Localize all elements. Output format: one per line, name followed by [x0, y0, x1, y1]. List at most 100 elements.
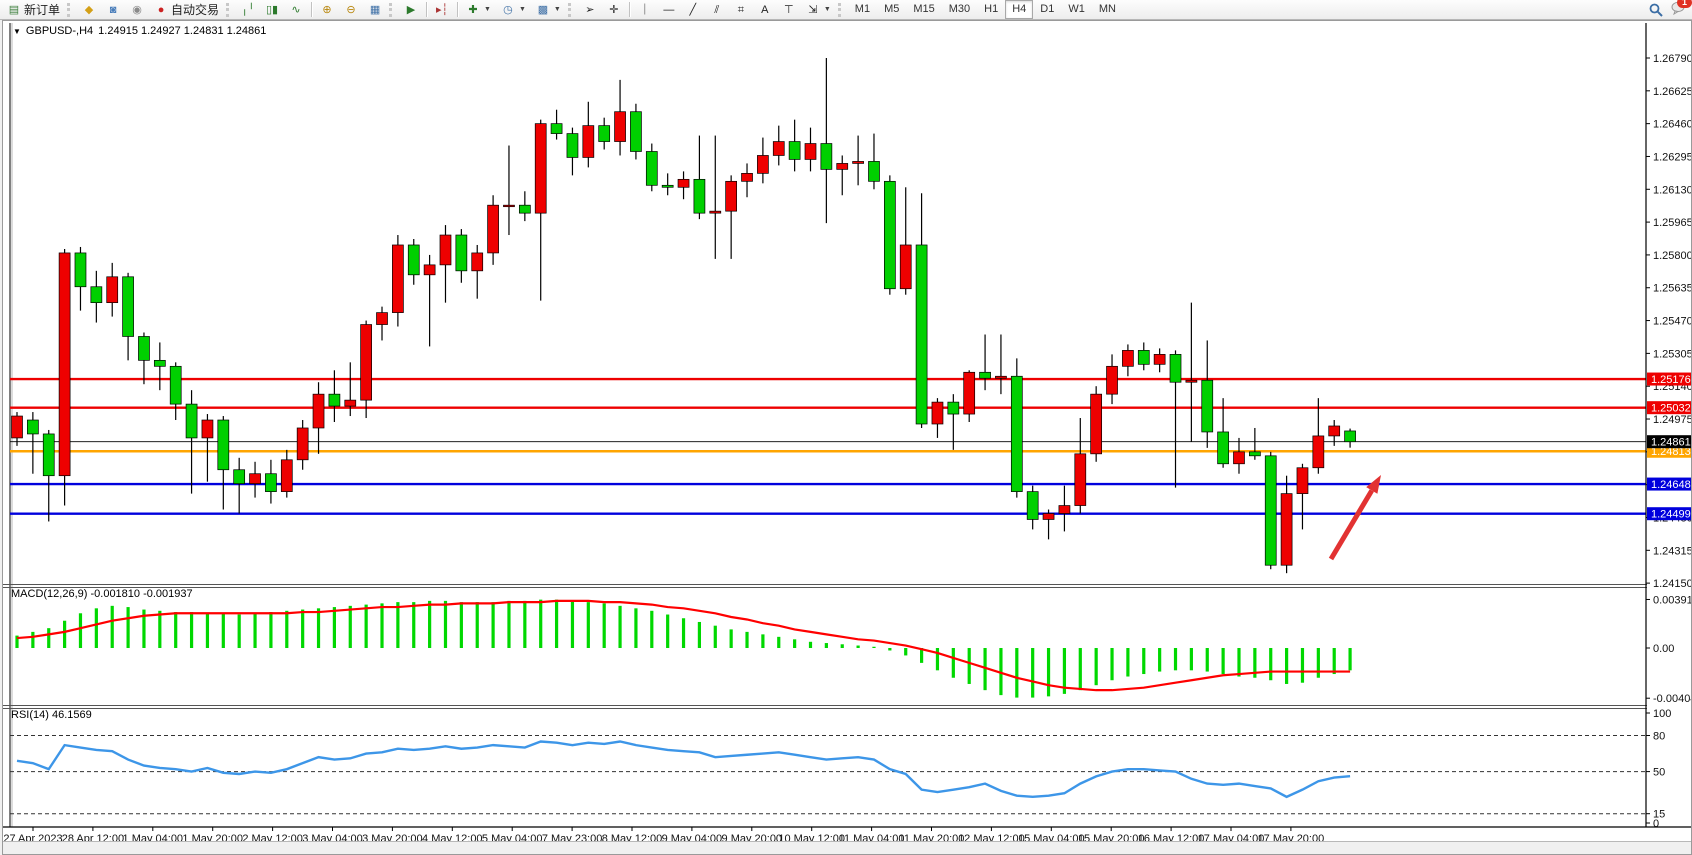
candle-body: [964, 372, 975, 414]
timeframe-button-mn[interactable]: MN: [1092, 0, 1123, 19]
periods-button[interactable]: ◷▼: [496, 0, 531, 20]
text-button[interactable]: A: [753, 0, 777, 20]
trendline-button[interactable]: ╱: [681, 0, 705, 20]
text-label-button[interactable]: ⊤: [777, 0, 801, 20]
candle-body: [551, 124, 562, 134]
fibonacci-button[interactable]: ⌗: [729, 0, 753, 20]
toolbar-drag-handle[interactable]: [226, 3, 234, 17]
candle-body: [630, 112, 641, 152]
toolbar-drag-handle[interactable]: [838, 3, 846, 17]
toolbar-drag-handle[interactable]: [67, 3, 75, 17]
axis-tick-label: 1.26625: [1653, 86, 1691, 98]
auto-scroll-button[interactable]: ▶: [399, 0, 423, 20]
line-chart-icon: ∿: [289, 3, 303, 17]
macd-values: -0.001810 -0.001937: [90, 588, 192, 600]
symbol-timeframe-label: GBPUSD-,H4: [26, 25, 93, 37]
arrows-button[interactable]: ⇲▼: [801, 0, 836, 20]
axis-tick-label: 1.26460: [1653, 119, 1691, 131]
channel-button[interactable]: ⫽: [705, 0, 729, 20]
candle-body: [75, 253, 86, 287]
timeframe-button-m5[interactable]: M5: [877, 0, 906, 19]
chart-canvas[interactable]: 1.267901.266251.264601.262951.261301.259…: [3, 21, 1691, 854]
candle-body: [821, 144, 832, 170]
chart-candles-button[interactable]: ▯▮: [260, 0, 284, 20]
profile-button[interactable]: ◙: [101, 0, 125, 20]
timeframe-button-h4[interactable]: H4: [1005, 0, 1033, 19]
cursor-icon: ➢: [583, 3, 597, 17]
horizontal-line-button[interactable]: —: [657, 0, 681, 20]
candle-body: [424, 265, 435, 275]
candle-body: [789, 142, 800, 160]
candle-body: [440, 235, 451, 265]
candle-body: [1154, 354, 1165, 364]
timeframe-button-w1[interactable]: W1: [1061, 0, 1092, 19]
timeframe-button-d1[interactable]: D1: [1033, 0, 1061, 19]
profile-icon: ◙: [106, 3, 120, 17]
candle-body: [646, 151, 657, 185]
toolbar-separator: [629, 2, 630, 17]
axis-tick-label: 0.00: [1653, 643, 1674, 655]
rsi-indicator-label: RSI(14) 46.1569: [11, 709, 92, 721]
candle-body: [1265, 456, 1276, 565]
candle-body: [995, 376, 1006, 378]
timeframe-button-m30[interactable]: M30: [942, 0, 977, 19]
signal-button[interactable]: ◉: [125, 0, 149, 20]
candle-body: [980, 372, 991, 378]
candle-body: [916, 245, 927, 424]
candle-body: [27, 420, 38, 434]
candle-body: [154, 360, 165, 366]
axis-tick-label: -0.004049: [1653, 693, 1691, 705]
zoom-out-button[interactable]: ⊖: [339, 0, 363, 20]
candle-body: [837, 163, 848, 169]
candle-body: [726, 181, 737, 211]
candle-body: [361, 325, 372, 401]
price-axis[interactable]: 1.267901.266251.264601.262951.261301.259…: [1646, 21, 1691, 830]
chart-shift-button[interactable]: ▸┆: [430, 0, 454, 20]
auto-trading-button[interactable]: ●自动交易: [149, 0, 224, 20]
zoom-out-icon: ⊖: [344, 3, 358, 17]
cursor-button[interactable]: ➢: [578, 0, 602, 20]
toolbar-drag-handle[interactable]: [568, 3, 576, 17]
candle-body: [202, 420, 213, 438]
signal-icon: ◉: [130, 3, 144, 17]
indicators-button[interactable]: ✚▼: [461, 0, 496, 20]
candle-body: [519, 205, 530, 213]
candle-body: [1091, 394, 1102, 454]
candle-body: [123, 277, 134, 337]
axis-tick-label: 1.25305: [1653, 348, 1691, 360]
chat-button[interactable]: 1: [1671, 1, 1686, 18]
timeframe-button-h1[interactable]: H1: [977, 0, 1005, 19]
chevron-down-icon[interactable]: ▼: [13, 27, 21, 36]
chart-bars-button[interactable]: ╷╵: [236, 0, 260, 20]
candle-body: [1043, 514, 1054, 520]
window-bottom-strip: [3, 841, 1691, 854]
timeframe-button-m15[interactable]: M15: [906, 0, 941, 19]
crosshair-icon: ✛: [607, 3, 621, 17]
horizontal-line-icon: —: [662, 3, 676, 17]
timeframe-button-m1[interactable]: M1: [848, 0, 877, 19]
templates-button[interactable]: ▩▼: [531, 0, 566, 20]
candle-body: [408, 245, 419, 275]
axis-tick-label: 1.26790: [1653, 53, 1691, 65]
candle-body: [599, 126, 610, 142]
candle-body: [186, 404, 197, 438]
toolbar-separator: [426, 2, 427, 17]
search-icon[interactable]: [1649, 3, 1663, 17]
candle-body: [567, 134, 578, 158]
axis-tick-label: 1.25470: [1653, 316, 1691, 328]
tile-windows-button[interactable]: ▦: [363, 0, 387, 20]
candle-body: [488, 205, 499, 253]
chart-line-button[interactable]: ∿: [284, 0, 308, 20]
new-order-button[interactable]: ▤新订单: [2, 0, 65, 20]
crosshair-button[interactable]: ✛: [602, 0, 626, 20]
candle-body: [742, 173, 753, 181]
styles-button[interactable]: ◆: [77, 0, 101, 20]
candle-body: [1313, 436, 1324, 468]
axis-tick-label: 1.24150: [1653, 578, 1691, 590]
rsi-value: 46.1569: [52, 709, 92, 721]
zoom-in-button[interactable]: ⊕: [315, 0, 339, 20]
ohlc-values: 1.24915 1.24927 1.24831 1.24861: [98, 25, 266, 37]
vertical-line-button[interactable]: ｜: [633, 0, 657, 20]
toolbar-drag-handle[interactable]: [389, 3, 397, 17]
chart-window[interactable]: 1.267901.266251.264601.262951.261301.259…: [2, 20, 1692, 855]
